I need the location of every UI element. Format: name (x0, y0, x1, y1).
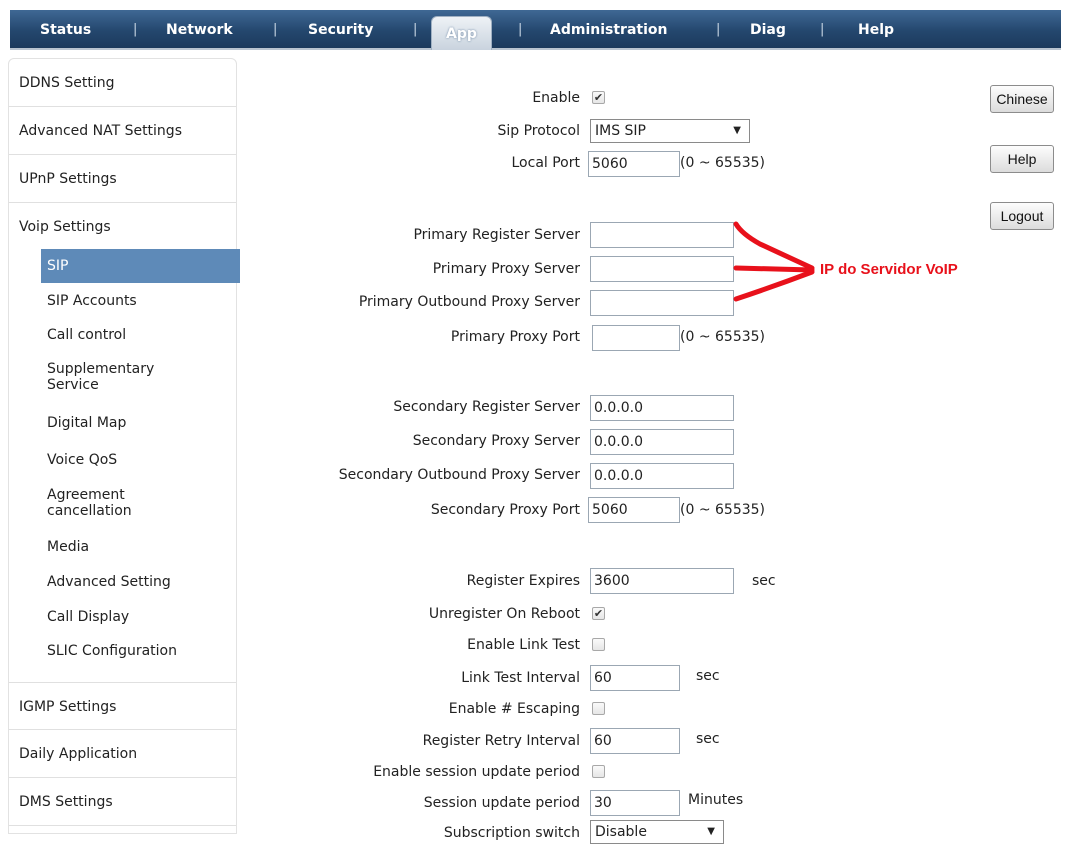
arrow-to-outbound-icon (733, 269, 815, 302)
arrow-to-proxy-icon (733, 265, 815, 273)
annotation-label: IP do Servidor VoIP (820, 261, 958, 278)
annotation-arrows (733, 221, 815, 302)
arrow-to-register-icon (733, 221, 815, 271)
